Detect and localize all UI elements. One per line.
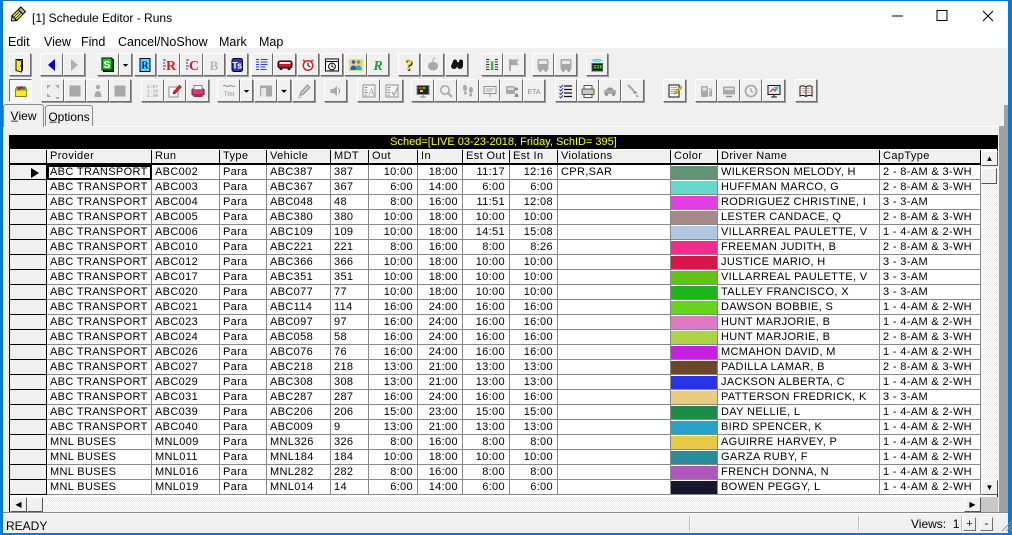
svg-text:ETA: ETA <box>527 89 540 96</box>
svg-text:B: B <box>210 58 219 73</box>
svg-text:S: S <box>104 60 111 71</box>
svg-text:A: A <box>367 87 375 98</box>
svg-text:?: ? <box>405 57 413 73</box>
svg-text:R: R <box>165 59 176 73</box>
svg-text:Tmr: Tmr <box>224 92 235 98</box>
svg-text:Ts: Ts <box>232 60 242 70</box>
svg-text:C: C <box>188 59 198 73</box>
svg-text:R: R <box>372 59 382 73</box>
svg-text:R: R <box>141 60 149 71</box>
svg-text:I: I <box>489 58 494 73</box>
svg-text:1:40: 1:40 <box>147 93 158 99</box>
